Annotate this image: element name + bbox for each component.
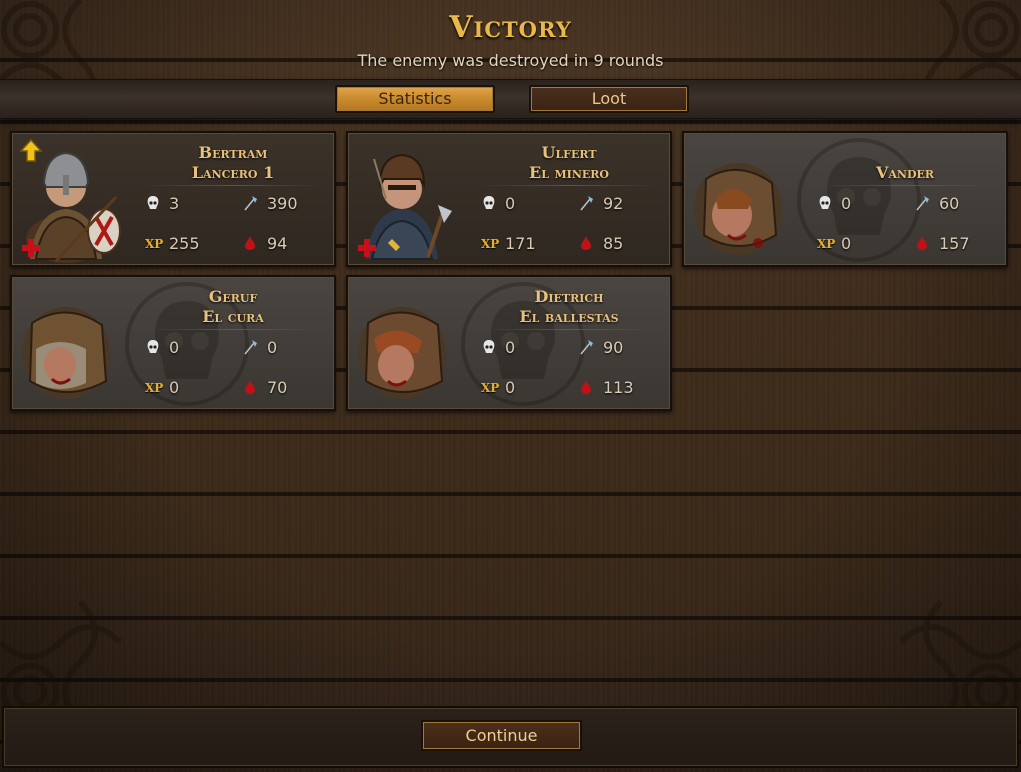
red-cross-icon [358, 239, 376, 257]
xp-value: 171 [505, 234, 536, 253]
unit-name: Dietrich El ballestas [519, 287, 619, 326]
axe-icon [580, 340, 593, 355]
axe-icon [244, 340, 257, 355]
xp-icon: XP [817, 237, 836, 251]
xp-value: 0 [169, 378, 180, 397]
fallen-crossbowman-portrait [358, 307, 446, 399]
red-cross-icon [22, 239, 40, 257]
xp-value: 0 [505, 378, 516, 397]
page-title: Victory [449, 10, 572, 45]
skull-icon [147, 340, 159, 353]
blood-drop-icon [245, 236, 255, 250]
damage-value: 60 [939, 194, 960, 213]
hp-value: 85 [603, 234, 624, 253]
unit-name: Ulfert El minero [529, 143, 609, 182]
divider [142, 185, 324, 186]
skull-icon [819, 196, 831, 209]
unit-card-geruf[interactable]: Geruf El cura 0 0 XP 0 70 [10, 275, 336, 411]
hp-value: 113 [603, 378, 634, 397]
xp-icon: XP [481, 237, 500, 251]
battle-summary: The enemy was destroyed in 9 rounds [357, 51, 664, 70]
kills-value: 0 [505, 194, 516, 213]
tab-bar: Statistics Loot [0, 79, 1021, 119]
hp-value: 157 [939, 234, 970, 253]
axe-icon [580, 196, 593, 211]
unit-card-bertram[interactable]: Bertram Lancero 1 3 390 XP 255 94 [10, 131, 336, 267]
divider [478, 185, 660, 186]
arrow-up-icon [20, 139, 42, 162]
xp-icon: XP [145, 381, 164, 395]
damage-value: 90 [603, 338, 624, 357]
kills-value: 0 [841, 194, 852, 213]
damage-value: 92 [603, 194, 624, 213]
unit-card-dietrich[interactable]: Dietrich El ballestas 0 90 XP 0 113 [346, 275, 672, 411]
xp-icon: XP [145, 237, 164, 251]
fallen-priest-portrait [22, 307, 110, 399]
blood-drop-icon [917, 236, 927, 250]
blood-drop-icon [581, 380, 591, 394]
divider [142, 329, 324, 330]
blood-drop-icon [245, 380, 255, 394]
skull-icon [483, 340, 495, 353]
hp-value: 94 [267, 234, 288, 253]
unit-card-ulfert[interactable]: Ulfert El minero 0 92 XP 171 85 [346, 131, 672, 267]
divider [478, 329, 660, 330]
kills-value: 0 [169, 338, 180, 357]
kills-value: 0 [505, 338, 516, 357]
kills-value: 3 [169, 194, 180, 213]
axe-icon [916, 196, 929, 211]
fallen-soldier-portrait [694, 163, 782, 255]
damage-value: 390 [267, 194, 298, 213]
hp-value: 70 [267, 378, 288, 397]
divider [814, 185, 996, 186]
axe-icon [244, 196, 257, 211]
unit-card-vander[interactable]: Vander 0 60 XP 0 157 [682, 131, 1008, 267]
unit-name: Vander [875, 163, 935, 182]
continue-button[interactable]: Continue [421, 720, 582, 751]
xp-value: 0 [841, 234, 852, 253]
tab-statistics[interactable]: Statistics [335, 85, 495, 113]
damage-value: 0 [267, 338, 278, 357]
skull-icon [483, 196, 495, 209]
xp-icon: XP [481, 381, 500, 395]
skull-icon [147, 196, 159, 209]
blood-drop-icon [581, 236, 591, 250]
unit-name: Geruf El cura [202, 287, 264, 326]
tab-loot[interactable]: Loot [529, 85, 689, 113]
unit-name: Bertram Lancero 1 [191, 143, 275, 182]
xp-value: 255 [169, 234, 200, 253]
skull-background-icon [797, 138, 921, 262]
